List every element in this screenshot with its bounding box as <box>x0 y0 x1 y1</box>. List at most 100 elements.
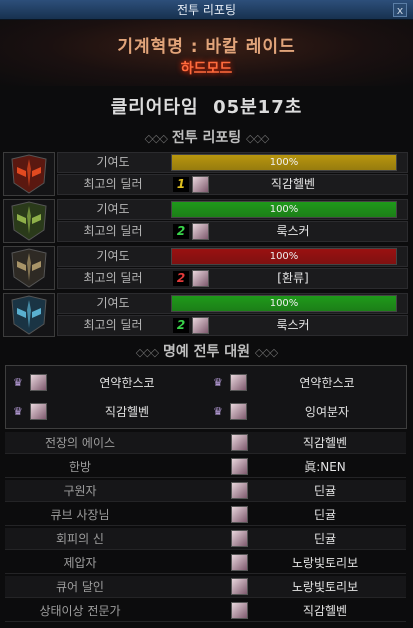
honor-member-name: 연약한스코 <box>99 376 155 390</box>
divider-ornament-right: ◇◇◇ <box>254 346 278 359</box>
contribution-value: 100% <box>269 204 299 215</box>
honor-member[interactable]: ♛ 연약한스코 <box>208 369 404 397</box>
avatar <box>231 578 248 595</box>
avatar <box>231 434 248 451</box>
honor-member[interactable]: ♛ 잉여분자 <box>208 398 404 426</box>
honor-members-panel: ♛ 연약한스코 ♛ 연약한스코 ♛ 직감헬벤 ♛ 잉여분자 <box>5 365 407 429</box>
character-portrait <box>3 152 55 196</box>
top-dealer-row: 최고의 딜러 1 직감헬벤 <box>57 174 408 195</box>
honor-member-name: 연약한스코 <box>299 376 355 390</box>
avatar <box>231 506 248 523</box>
award-row: 구원자 딘귤 <box>5 480 406 502</box>
clear-time-value: 05분17초 <box>213 97 303 118</box>
avatar <box>231 482 248 499</box>
party-member-row: 기여도 100% 최고의 딜러 2 [환류] <box>3 246 408 290</box>
award-winner-name[interactable]: 직감헬벤 <box>255 432 395 454</box>
crown-icon: ♛ <box>213 376 223 389</box>
contribution-label: 기여도 <box>96 202 130 216</box>
party-member-row: 기여도 100% 최고의 딜러 1 직감헬벤 <box>3 152 408 196</box>
honor-heading: ◇◇◇ 명예 전투 대원 ◇◇◇ <box>0 341 413 361</box>
award-title: 회피의 신 <box>56 532 104 546</box>
contribution-label: 기여도 <box>96 296 130 310</box>
mask-icon <box>4 153 54 195</box>
divider-ornament-right: ◇◇◇ <box>246 132 269 145</box>
raid-mode-label: 하드모드 <box>180 61 233 77</box>
award-row: 큐브 사장님 딘귤 <box>5 504 406 526</box>
divider-ornament-left: ◇◇◇ <box>144 132 168 145</box>
award-title: 구원자 <box>63 484 97 498</box>
avatar <box>231 554 248 571</box>
avatar <box>230 403 247 420</box>
avatar <box>230 374 247 391</box>
award-row: 상태이상 전문가 직감헬벤 <box>5 600 406 622</box>
award-row: 전장의 에이스 직감헬벤 <box>5 432 406 454</box>
top-dealer-row: 최고의 딜러 2 룩스커 <box>57 221 408 242</box>
mask-icon <box>4 294 54 336</box>
award-winner-name[interactable]: 딘귤 <box>255 504 395 526</box>
honor-member-name: 잉여분자 <box>304 405 350 419</box>
rank-badge: 2 <box>173 271 189 286</box>
raid-title: 기계혁명 : 바칼 레이드 <box>117 37 296 57</box>
award-title: 큐브 사장님 <box>50 508 110 522</box>
avatar <box>192 270 209 287</box>
contribution-value: 100% <box>269 298 299 309</box>
window-title: 전투 리포팅 <box>176 3 236 17</box>
clear-time: 클리어타임 05분17초 <box>0 93 413 119</box>
honor-member[interactable]: ♛ 직감헬벤 <box>8 398 204 426</box>
contribution-bar: 100% <box>171 295 397 312</box>
award-winner-name[interactable]: 딘귤 <box>255 528 395 550</box>
award-title: 한방 <box>68 460 92 474</box>
mask-icon <box>4 247 54 289</box>
avatar <box>192 317 209 334</box>
mask-icon <box>4 200 54 242</box>
contribution-row: 기여도 100% <box>57 293 408 314</box>
honor-member[interactable]: ♛ 연약한스코 <box>8 369 204 397</box>
top-dealer-row: 최고의 딜러 2 룩스커 <box>57 315 408 336</box>
top-dealer-name[interactable]: 직감헬벤 <box>208 175 378 194</box>
award-winner-name[interactable]: 노랑빛토리보 <box>255 552 395 574</box>
honor-member-name: 직감헬벤 <box>104 405 150 419</box>
party-member-row: 기여도 100% 최고의 딜러 2 룩스커 <box>3 199 408 243</box>
crown-icon: ♛ <box>213 405 223 418</box>
honor-title: 명예 전투 대원 <box>162 344 251 360</box>
contribution-label: 기여도 <box>96 155 130 169</box>
battle-report-title: 전투 리포팅 <box>171 130 242 146</box>
close-button[interactable]: x <box>393 3 407 17</box>
award-winner-name[interactable]: 노랑빛토리보 <box>255 576 395 598</box>
avatar <box>231 458 248 475</box>
clear-time-label: 클리어타임 <box>110 97 199 118</box>
divider-ornament-left: ◇◇◇ <box>135 346 159 359</box>
avatar <box>231 530 248 547</box>
award-title: 전장의 에이스 <box>44 436 116 450</box>
top-dealer-name[interactable]: 룩스커 <box>208 222 378 241</box>
top-dealer-row: 최고의 딜러 2 [환류] <box>57 268 408 289</box>
character-portrait <box>3 293 55 337</box>
award-row: 큐어 달인 노랑빛토리보 <box>5 576 406 598</box>
top-dealer-label: 최고의 딜러 <box>83 224 143 238</box>
award-row: 제압자 노랑빛토리보 <box>5 552 406 574</box>
top-dealer-name[interactable]: [환류] <box>208 269 378 288</box>
character-portrait <box>3 199 55 243</box>
raid-header: 기계혁명 : 바칼 레이드 하드모드 <box>0 20 413 86</box>
contribution-row: 기여도 100% <box>57 246 408 267</box>
top-dealer-name[interactable]: 룩스커 <box>208 316 378 335</box>
battle-report-heading: ◇◇◇ 전투 리포팅 ◇◇◇ <box>0 127 413 147</box>
contribution-label: 기여도 <box>96 249 130 263</box>
contribution-row: 기여도 100% <box>57 199 408 220</box>
award-winner-name[interactable]: 직감헬벤 <box>255 600 395 622</box>
contribution-row: 기여도 100% <box>57 152 408 173</box>
award-winner-name[interactable]: 딘귤 <box>255 480 395 502</box>
contribution-value: 100% <box>269 157 299 168</box>
character-portrait <box>3 246 55 290</box>
award-winner-name[interactable]: 眞:NEN <box>255 456 395 478</box>
avatar <box>192 223 209 240</box>
party-member-row: 기여도 100% 최고의 딜러 2 룩스커 <box>3 293 408 337</box>
avatar <box>192 176 209 193</box>
rank-badge: 2 <box>173 318 189 333</box>
award-row: 한방 眞:NEN <box>5 456 406 478</box>
contribution-bar: 100% <box>171 201 397 218</box>
contribution-bar: 100% <box>171 248 397 265</box>
window-titlebar: 전투 리포팅 x <box>0 0 413 20</box>
top-dealer-label: 최고의 딜러 <box>83 318 143 332</box>
top-dealer-label: 최고의 딜러 <box>83 271 143 285</box>
